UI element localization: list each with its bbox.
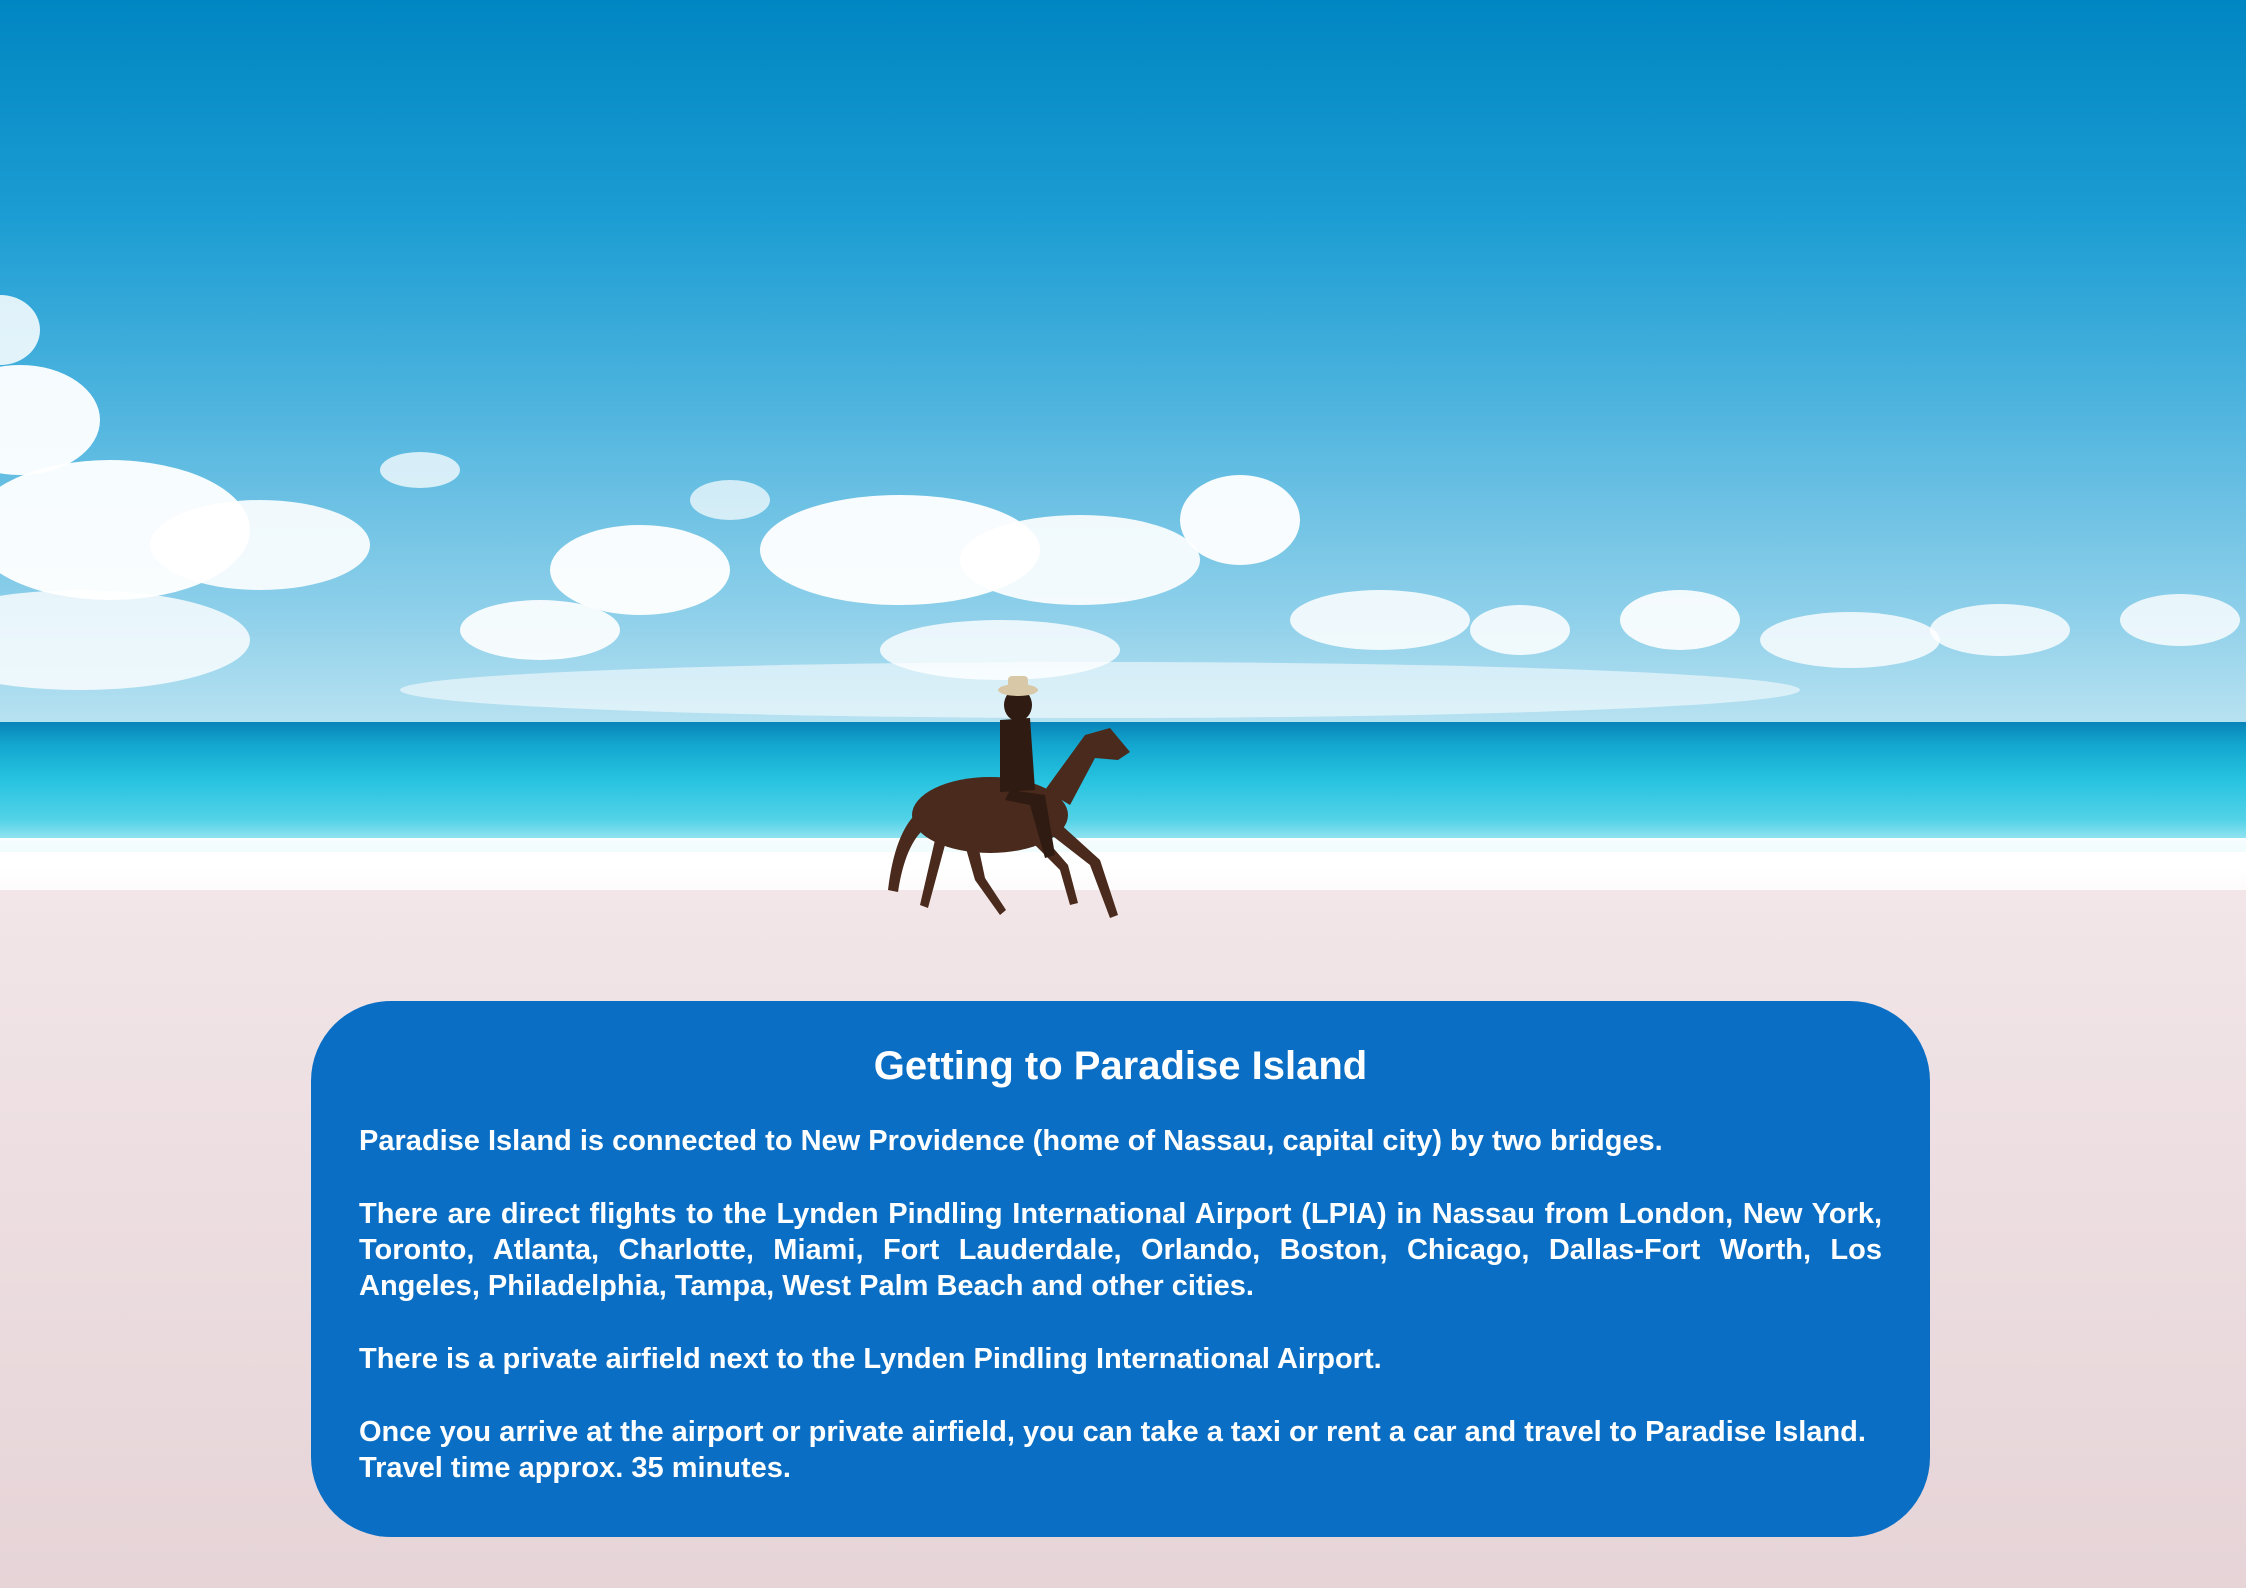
paragraph-bridges: Paradise Island is connected to New Prov… [359, 1125, 1663, 1157]
panel-title: Getting to Paradise Island [873, 1044, 1368, 1088]
paragraph-flights: There are direct flights to the Lynden P… [359, 1198, 1882, 1302]
info-panel: Getting to Paradise Island Paradise Isla… [311, 1001, 1930, 1537]
paragraph-private-airfield: There is a private airfield next to the … [359, 1343, 1382, 1375]
paragraph-travel-time: Once you arrive at the airport or privat… [359, 1416, 1866, 1484]
